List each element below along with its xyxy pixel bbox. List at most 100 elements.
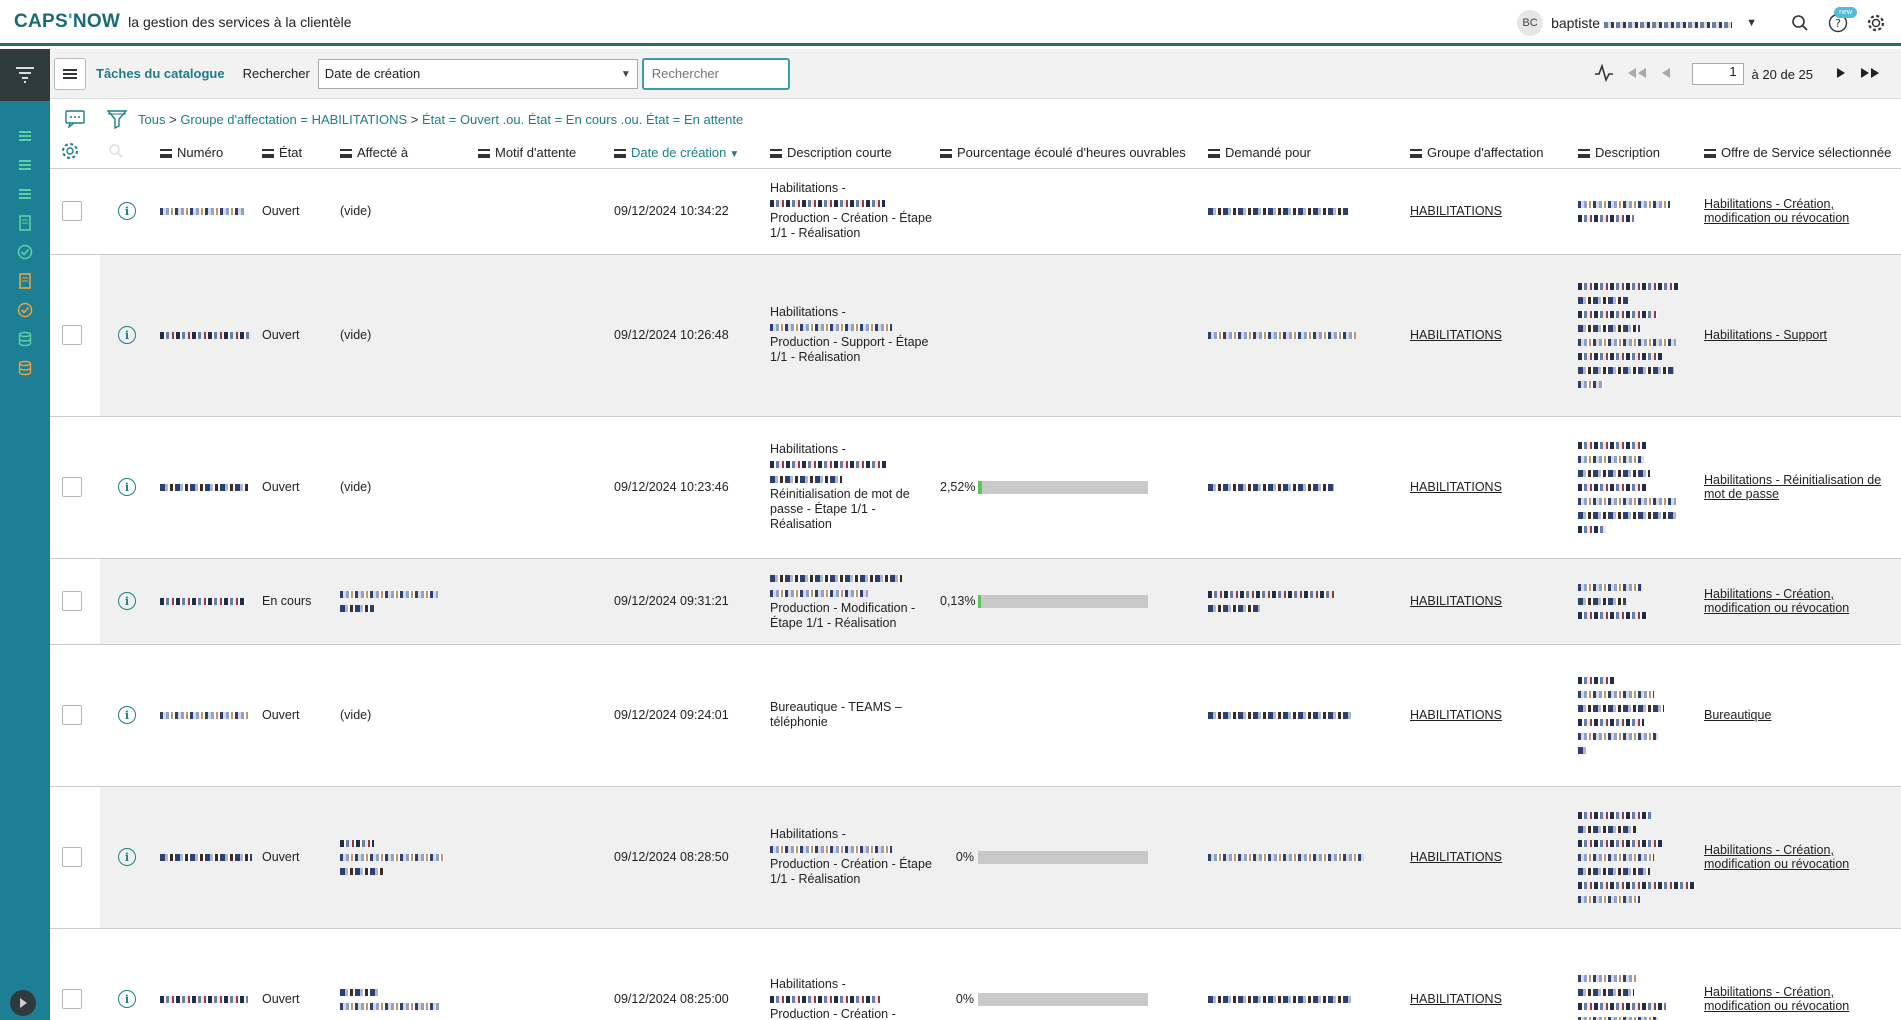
nav-list-icon[interactable] — [0, 121, 50, 150]
redacted-assignee[interactable] — [340, 839, 374, 847]
list-menu-button[interactable] — [54, 57, 86, 90]
user-name[interactable]: baptiste — [1551, 15, 1600, 31]
nav-document-icon[interactable] — [0, 208, 50, 237]
breadcrumb-group[interactable]: Groupe d'affectation = HABILITATIONS — [180, 112, 407, 127]
redacted-requester[interactable] — [1208, 332, 1356, 339]
column-pourcentage[interactable]: Pourcentage écoulé d'heures ouvrables — [940, 138, 1208, 169]
nav-list-icon[interactable] — [0, 179, 50, 208]
page-number-input[interactable]: 1 — [1691, 63, 1744, 85]
redacted-number[interactable] — [160, 208, 244, 215]
progress-business-hours: 0% — [940, 850, 1208, 864]
link-offre[interactable]: Habilitations - Réinitialisation de mot … — [1704, 473, 1881, 501]
info-icon[interactable]: i — [118, 990, 136, 1008]
filter-nav-button[interactable] — [0, 49, 50, 101]
nav-check-icon[interactable] — [0, 295, 50, 324]
activity-icon[interactable] — [1594, 62, 1614, 85]
search-field-select[interactable]: Date de création ▼ — [317, 58, 638, 89]
column-affecte[interactable]: Affecté à — [340, 138, 478, 169]
info-icon[interactable]: i — [118, 706, 136, 724]
redacted-requester[interactable] — [1208, 484, 1334, 491]
link-offre[interactable]: Habilitations - Création, modification o… — [1704, 985, 1849, 1013]
column-demande[interactable]: Demandé pour — [1208, 138, 1410, 169]
filter-icon[interactable] — [106, 108, 128, 130]
redacted-number[interactable] — [160, 484, 248, 491]
table-row[interactable]: i Ouvert 09/12/2024 08:28:50 Habilitatio… — [50, 786, 1901, 929]
link-offre[interactable]: Habilitations - Création, modification o… — [1704, 843, 1849, 871]
nav-database-icon[interactable] — [0, 353, 50, 382]
row-checkbox[interactable] — [62, 989, 82, 1009]
first-page-icon[interactable] — [1626, 67, 1648, 82]
link-groupe[interactable]: HABILITATIONS — [1410, 992, 1502, 1006]
link-offre[interactable]: Habilitations - Création, modification o… — [1704, 587, 1849, 615]
nav-list-icon[interactable] — [0, 150, 50, 179]
link-offre[interactable]: Habilitations - Création, modification o… — [1704, 197, 1849, 225]
link-groupe[interactable]: HABILITATIONS — [1410, 708, 1502, 722]
redacted-number[interactable] — [160, 332, 252, 339]
table-row[interactable]: i Ouvert 09/12/2024 08:25:00 Habilitatio… — [50, 928, 1901, 1020]
link-groupe[interactable]: HABILITATIONS — [1410, 594, 1502, 608]
search-icon[interactable] — [1787, 10, 1813, 36]
redacted-requester[interactable] — [1208, 996, 1352, 1003]
nav-check-icon[interactable] — [0, 237, 50, 266]
search-input[interactable] — [641, 57, 790, 90]
column-motif[interactable]: Motif d'attente — [478, 138, 614, 169]
breadcrumb-state[interactable]: État = Ouvert .ou. État = En cours .ou. … — [422, 112, 743, 127]
redacted-requester[interactable] — [1208, 712, 1352, 719]
nav-document-icon[interactable] — [0, 266, 50, 295]
table-row[interactable]: i Ouvert (vide) 09/12/2024 09:24:01 Bure… — [50, 644, 1901, 787]
avatar[interactable]: BC — [1517, 10, 1544, 36]
table-row[interactable]: i Ouvert (vide) 09/12/2024 10:26:48 Habi… — [50, 254, 1901, 417]
list-title[interactable]: Tâches du catalogue — [96, 66, 225, 81]
redacted-requester[interactable] — [1208, 208, 1348, 215]
row-checkbox[interactable] — [62, 847, 82, 867]
column-desc-courte[interactable]: Description courte — [770, 138, 940, 169]
link-groupe[interactable]: HABILITATIONS — [1410, 850, 1502, 864]
table-row[interactable]: i Ouvert (vide) 09/12/2024 10:34:22 Habi… — [50, 168, 1901, 255]
column-offre[interactable]: Offre de Service sélectionnée — [1704, 138, 1901, 169]
row-checkbox[interactable] — [62, 705, 82, 725]
chevron-down-icon[interactable]: ▼ — [1746, 17, 1757, 29]
info-icon[interactable]: i — [118, 478, 136, 496]
play-icon[interactable] — [10, 990, 36, 1016]
link-offre[interactable]: Habilitations - Support — [1704, 328, 1827, 342]
last-page-icon[interactable] — [1859, 67, 1881, 82]
link-groupe[interactable]: HABILITATIONS — [1410, 328, 1502, 342]
info-icon[interactable]: i — [118, 202, 136, 220]
redacted-number[interactable] — [160, 598, 246, 605]
column-search[interactable] — [100, 138, 160, 169]
info-icon[interactable]: i — [118, 326, 136, 344]
redacted-requester[interactable] — [1208, 590, 1336, 598]
nav-database-icon[interactable] — [0, 324, 50, 353]
breadcrumb-all[interactable]: Tous — [138, 112, 165, 127]
gear-icon[interactable] — [1863, 10, 1889, 36]
row-checkbox[interactable] — [62, 477, 82, 497]
row-checkbox[interactable] — [62, 591, 82, 611]
column-groupe[interactable]: Groupe d'affectation — [1410, 138, 1578, 169]
table-row[interactable]: i Ouvert (vide) 09/12/2024 10:23:46 Habi… — [50, 416, 1901, 559]
next-page-icon[interactable] — [1835, 67, 1847, 82]
row-checkbox[interactable] — [62, 325, 82, 345]
row-checkbox[interactable] — [62, 201, 82, 221]
redacted-number[interactable] — [160, 996, 248, 1003]
help-icon[interactable]: ? new — [1825, 7, 1857, 36]
redacted-requester[interactable] — [1208, 854, 1364, 861]
table-row[interactable]: i En cours 09/12/2024 09:31:21 Productio… — [50, 558, 1901, 645]
info-icon[interactable]: i — [118, 592, 136, 610]
redacted-number[interactable] — [160, 854, 252, 861]
column-date[interactable]: Date de création ▼ — [614, 138, 770, 169]
logo[interactable]: CAPS'NOW — [14, 11, 120, 33]
table-settings[interactable] — [50, 138, 100, 169]
redacted-assignee[interactable] — [340, 590, 438, 598]
column-etat[interactable]: État — [262, 138, 340, 169]
redacted-number[interactable] — [160, 712, 250, 719]
info-icon[interactable]: i — [118, 848, 136, 866]
link-groupe[interactable]: HABILITATIONS — [1410, 204, 1502, 218]
column-description[interactable]: Description — [1578, 138, 1704, 169]
redacted-assignee[interactable] — [340, 988, 378, 996]
link-offre[interactable]: Bureautique — [1704, 708, 1771, 722]
search-label: Rechercher — [242, 66, 310, 81]
chat-icon[interactable] — [64, 108, 86, 130]
previous-page-icon[interactable] — [1660, 67, 1672, 82]
link-groupe[interactable]: HABILITATIONS — [1410, 480, 1502, 494]
column-numero[interactable]: Numéro — [160, 138, 262, 169]
